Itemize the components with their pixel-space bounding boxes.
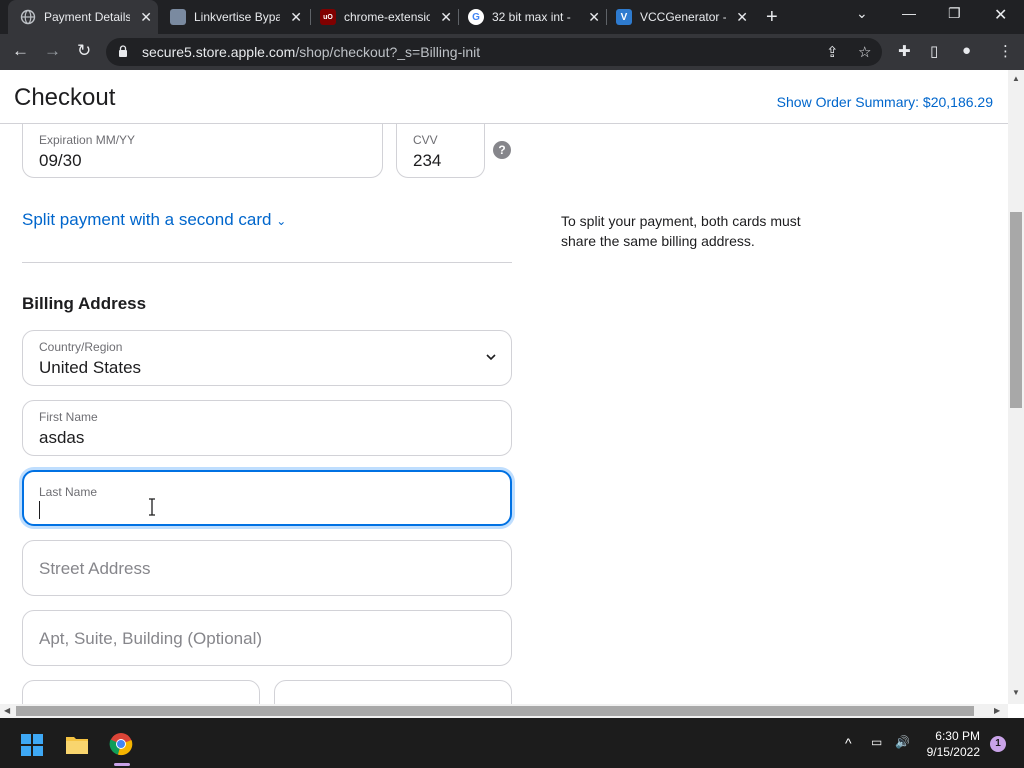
scroll-left-icon[interactable]: ◀ [4,706,10,715]
extensions-icon[interactable]: ✚ [898,42,911,60]
first-name-label: First Name [39,410,98,424]
cvv-help-icon[interactable]: ? [493,141,511,159]
profile-icon[interactable]: ● [962,42,971,59]
network-icon[interactable]: ▭ [871,735,882,749]
text-caret [39,501,40,519]
windows-start-icon[interactable] [21,734,43,756]
restore-icon[interactable]: ❐ [948,5,961,22]
country-select[interactable]: Country/Region United States [22,330,512,386]
chrome-icon[interactable] [109,732,133,756]
horizontal-scroll-thumb[interactable] [16,706,974,716]
file-explorer-icon[interactable] [65,733,89,755]
globe-icon [20,9,36,25]
system-clock[interactable]: 6:30 PM 9/15/2022 [927,728,980,760]
tab-chrome-extension[interactable]: uO chrome-extension ✕ [312,0,458,34]
tab-linkvertise[interactable]: Linkvertise Bypass ✕ [162,0,308,34]
back-icon[interactable]: ← [12,41,29,61]
new-tab-icon[interactable]: + [766,6,778,29]
checkout-page: Checkout Show Order Summary: $20,186.29 … [0,70,1024,704]
cvv-field[interactable]: CVV 234 [396,123,485,178]
first-name-value: asdas [39,428,85,447]
country-label: Country/Region [39,340,123,354]
chevron-down-icon: ⌄ [276,214,287,228]
vertical-scroll-thumb[interactable] [1010,212,1022,408]
first-name-field[interactable]: First Name asdas [22,400,512,456]
clock-time: 6:30 PM [935,729,980,743]
last-name-field[interactable]: Last Name [22,470,512,526]
text-cursor-icon [149,498,155,516]
scroll-up-icon[interactable]: ▲ [1012,74,1020,83]
last-name-label: Last Name [39,485,98,499]
section-divider [22,262,512,263]
volume-icon[interactable]: 🔊 [895,735,910,749]
close-tab-icon[interactable]: ✕ [736,9,748,26]
tab-title: 32 bit max int - [492,10,571,24]
horizontal-scrollbar[interactable]: ◀ ▶ [0,704,1008,718]
split-payment-label: Split payment with a second card [22,210,272,229]
street-address-field[interactable]: Street Address [22,540,512,596]
close-window-icon[interactable]: ✕ [994,5,1007,25]
url-host: secure5.store.apple.com [142,44,296,60]
google-icon: G [468,9,484,25]
tab-separator [606,9,607,25]
tab-title: Linkvertise Bypass [194,10,280,24]
close-tab-icon[interactable]: ✕ [290,9,302,26]
page-title: Checkout [14,84,116,111]
billing-address-heading: Billing Address [22,294,147,313]
split-payment-link[interactable]: Split payment with a second card ⌄ [22,210,286,230]
expiration-field[interactable]: Expiration MM/YY 09/30 [22,123,383,178]
share-icon[interactable]: ⇪ [826,43,839,61]
forward-icon[interactable]: → [44,41,61,61]
ublock-icon: uO [320,9,336,25]
cvv-value: 234 [413,151,442,170]
chevron-down-icon [486,354,496,361]
windows-taskbar: ^ ▭ 🔊 6:30 PM 9/15/2022 1 [0,718,1024,768]
reload-icon[interactable]: ↻ [77,41,91,61]
scroll-right-icon[interactable]: ▶ [994,706,1000,715]
tab-search-icon[interactable]: ⌄ [856,5,868,22]
cvv-label: CVV [413,133,438,147]
close-tab-icon[interactable]: ✕ [440,9,452,26]
url-path: /shop/checkout?_s=Billing-init [295,44,481,60]
expiration-value: 09/30 [39,151,82,170]
order-summary-link[interactable]: Show Order Summary: $20,186.29 [777,94,993,110]
tab-bar: Payment Details ✕ Linkvertise Bypass ✕ u… [0,0,1024,34]
tab-title: VCCGenerator - [640,10,726,24]
zip-code-field[interactable] [22,680,260,704]
active-app-indicator [114,763,130,766]
bookmark-star-icon[interactable]: ☆ [858,43,871,61]
checkout-header: Checkout Show Order Summary: $20,186.29 [0,70,1008,124]
url-text: secure5.store.apple.com/shop/checkout?_s… [142,44,480,60]
apt-suite-field[interactable]: Apt, Suite, Building (Optional) [22,610,512,666]
clock-date: 9/15/2022 [926,745,980,759]
tab-payment-details[interactable]: Payment Details ✕ [8,0,158,34]
tab-separator [310,9,311,25]
lock-icon [119,45,127,57]
close-tab-icon[interactable]: ✕ [140,9,152,26]
minimize-icon[interactable]: — [902,5,916,21]
street-address-placeholder: Street Address [39,559,151,578]
avatar-favicon-icon [170,9,186,25]
tab-title: Payment Details [44,10,130,24]
browser-toolbar: ← → ↻ secure5.store.apple.com/shop/check… [0,34,1024,70]
menu-icon[interactable]: ⋮ [998,42,1013,60]
scroll-down-icon[interactable]: ▼ [1012,688,1020,697]
address-bar[interactable]: secure5.store.apple.com/shop/checkout?_s… [106,38,882,66]
tray-overflow-icon[interactable]: ^ [845,735,852,751]
vertical-scrollbar[interactable]: ▲ ▼ [1008,70,1024,704]
expiration-label: Expiration MM/YY [39,133,136,147]
side-panel-icon[interactable]: ▯ [930,42,938,60]
split-payment-note: To split your payment, both cards must s… [561,213,801,249]
apt-suite-placeholder: Apt, Suite, Building (Optional) [39,629,263,648]
city-state-field[interactable] [274,680,512,704]
close-tab-icon[interactable]: ✕ [588,9,600,26]
tab-32bit[interactable]: G 32 bit max int - ✕ [460,0,606,34]
vcc-icon: V [616,9,632,25]
tab-title: chrome-extension [344,10,430,24]
notification-badge[interactable]: 1 [990,736,1006,752]
tab-separator [458,9,459,25]
tab-vccgenerator[interactable]: V VCCGenerator - ✕ [608,0,754,34]
country-value: United States [39,358,142,377]
